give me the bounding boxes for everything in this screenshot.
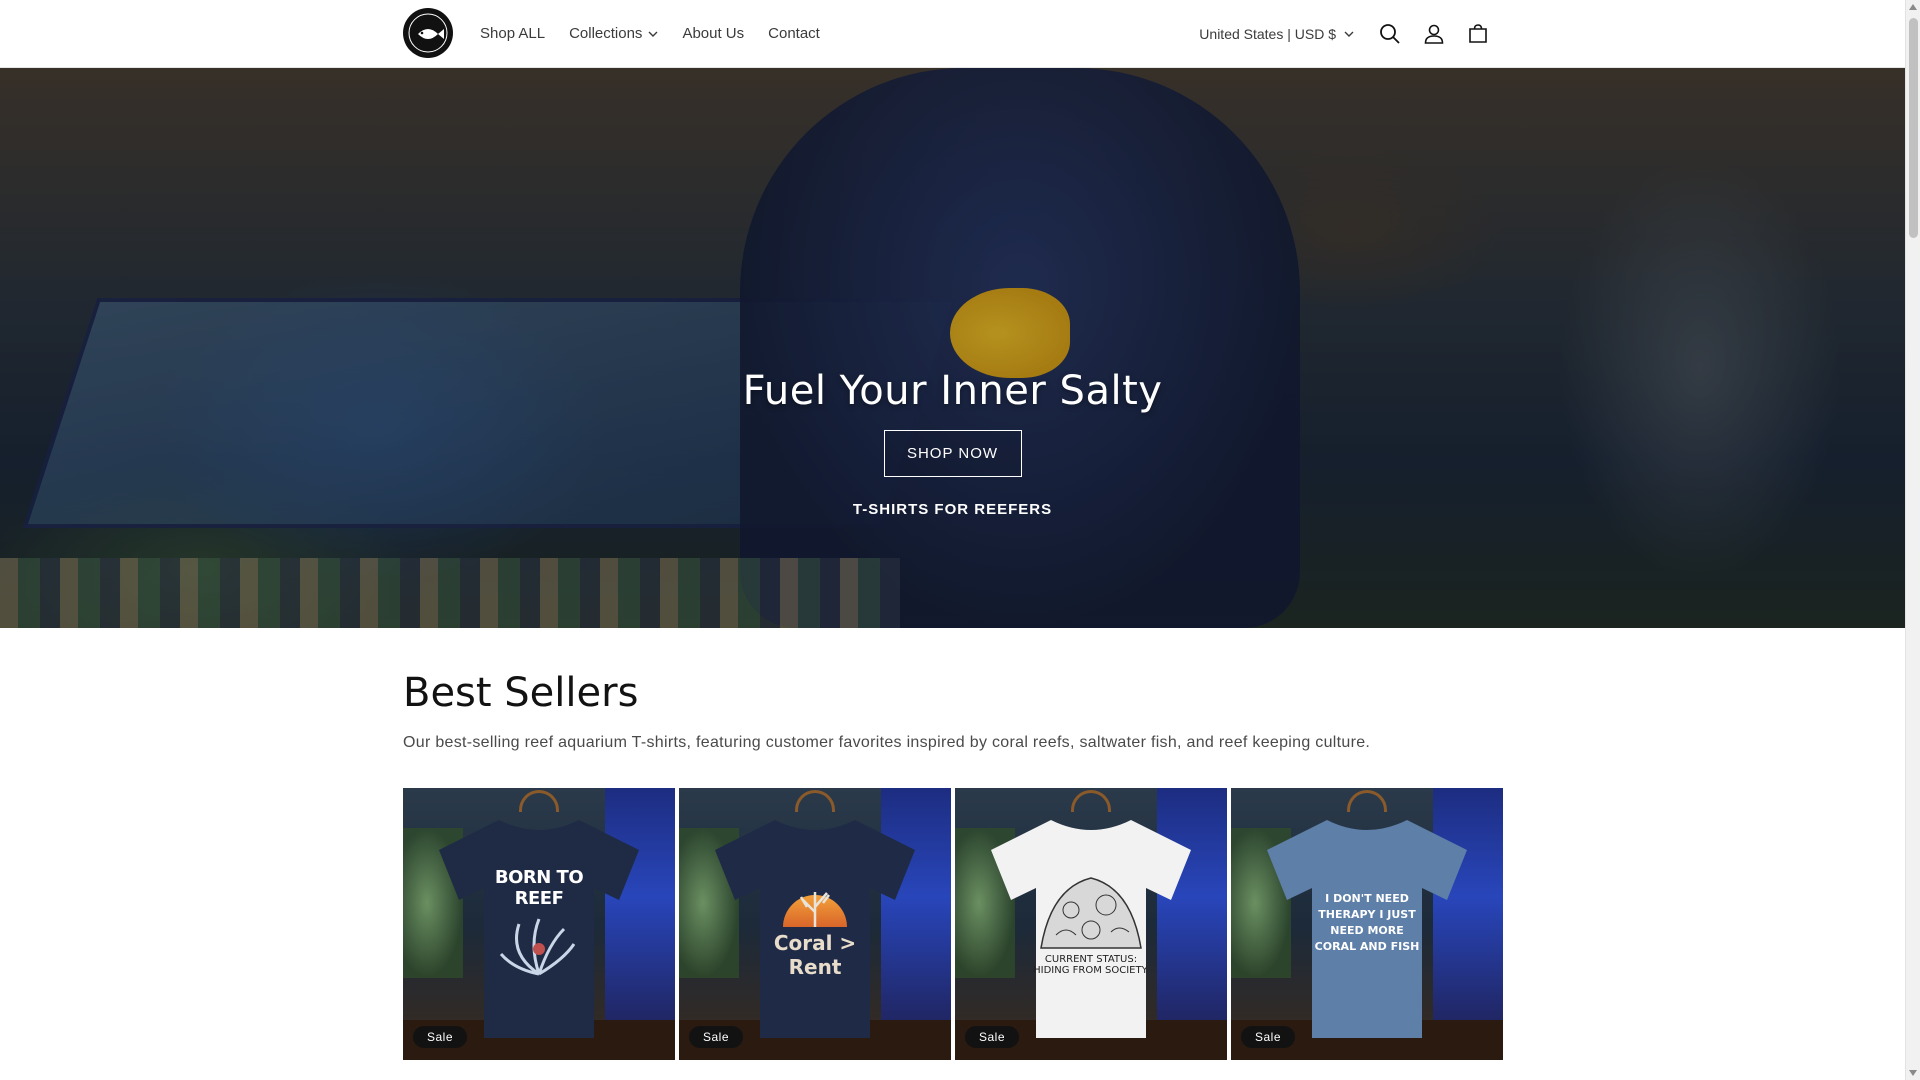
hero-banner: Fuel Your Inner Salty SHOP NOW T-SHIRTS … — [0, 68, 1905, 628]
anemone-graphic — [499, 918, 576, 976]
sale-badge: Sale — [1241, 1026, 1296, 1048]
country-selector[interactable]: United States | USD $ — [1199, 26, 1354, 42]
hanger-image — [519, 790, 559, 812]
header-tools: United States | USD $ — [1199, 0, 1500, 67]
best-sellers-section: Best Sellers Our best-selling reef aquar… — [403, 670, 1503, 752]
hero-content: Fuel Your Inner Salty SHOP NOW T-SHIRTS … — [0, 368, 1905, 518]
hero-subtitle: T-SHIRTS FOR REEFERS — [852, 501, 1053, 518]
nav-contact[interactable]: Contact — [768, 25, 820, 42]
sale-badge: Sale — [689, 1026, 744, 1048]
hero-title: Fuel Your Inner Salty — [742, 368, 1163, 414]
section-title: Best Sellers — [403, 670, 639, 716]
country-selector-label: United States | USD $ — [1199, 25, 1336, 42]
product-card[interactable]: Coral > Rent Sale — [679, 788, 951, 1060]
tshirt-print: I DON'T NEED THERAPY I JUST NEED MORE CO… — [1297, 858, 1437, 988]
chevron-down-icon — [1344, 29, 1354, 39]
tshirt-print: CURRENT STATUS: HIDING FROM SOCIETY. — [1021, 858, 1161, 988]
site-header: Shop ALL Collections About Us Contact Un… — [0, 0, 1905, 68]
nav-shop-all[interactable]: Shop ALL — [480, 25, 545, 42]
coral-pile-graphic — [1040, 877, 1142, 949]
product-grid: BORN TO REEF Sale Coral > Rent Sale CURR… — [403, 788, 1503, 1060]
sale-badge: Sale — [965, 1026, 1020, 1048]
nav-collections[interactable]: Collections — [569, 25, 658, 42]
section-description: Our best-selling reef aquarium T-shirts,… — [403, 734, 1371, 751]
page-scrollbar[interactable] — [1905, 0, 1920, 1080]
account-icon[interactable] — [1412, 12, 1456, 56]
hanger-image — [1347, 790, 1387, 812]
search-icon[interactable] — [1368, 12, 1412, 56]
tshirt-print: Coral > Rent — [745, 858, 885, 988]
product-card[interactable]: I DON'T NEED THERAPY I JUST NEED MORE CO… — [1231, 788, 1503, 1060]
tshirt-print-text: BORN TO REEF — [494, 867, 584, 909]
product-card[interactable]: BORN TO REEF Sale — [403, 788, 675, 1060]
tshirt-print-text: CURRENT STATUS: HIDING FROM SOCIETY. — [1033, 954, 1149, 976]
scroll-up-icon[interactable] — [1909, 4, 1917, 10]
cart-icon[interactable] — [1456, 12, 1500, 56]
store-logo[interactable] — [403, 8, 453, 58]
scroll-thumb[interactable] — [1909, 18, 1918, 238]
hero-overlay — [0, 68, 1905, 628]
sunset-coral-graphic — [783, 892, 847, 927]
hanger-image — [1071, 790, 1111, 812]
logo-icon — [404, 9, 452, 57]
hanger-image — [795, 790, 835, 812]
nav-collections-label: Collections — [569, 25, 643, 42]
shop-now-button[interactable]: SHOP NOW — [883, 430, 1022, 477]
scroll-down-icon[interactable] — [1909, 1070, 1917, 1076]
main-nav: Shop ALL Collections About Us Contact — [480, 0, 844, 67]
nav-shop-all-label: Shop ALL — [480, 25, 546, 42]
tshirt-print-text: Coral > Rent — [773, 931, 857, 979]
tshirt-print-text: I DON'T NEED THERAPY I JUST NEED MORE CO… — [1314, 892, 1420, 953]
sale-badge: Sale — [413, 1026, 468, 1048]
product-card[interactable]: CURRENT STATUS: HIDING FROM SOCIETY. Sal… — [955, 788, 1227, 1060]
nav-about-us-label: About Us — [682, 25, 745, 42]
nav-about-us[interactable]: About Us — [682, 25, 744, 42]
tshirt-print: BORN TO REEF — [469, 858, 609, 988]
nav-contact-label: Contact — [768, 25, 820, 42]
chevron-down-icon — [648, 29, 658, 39]
